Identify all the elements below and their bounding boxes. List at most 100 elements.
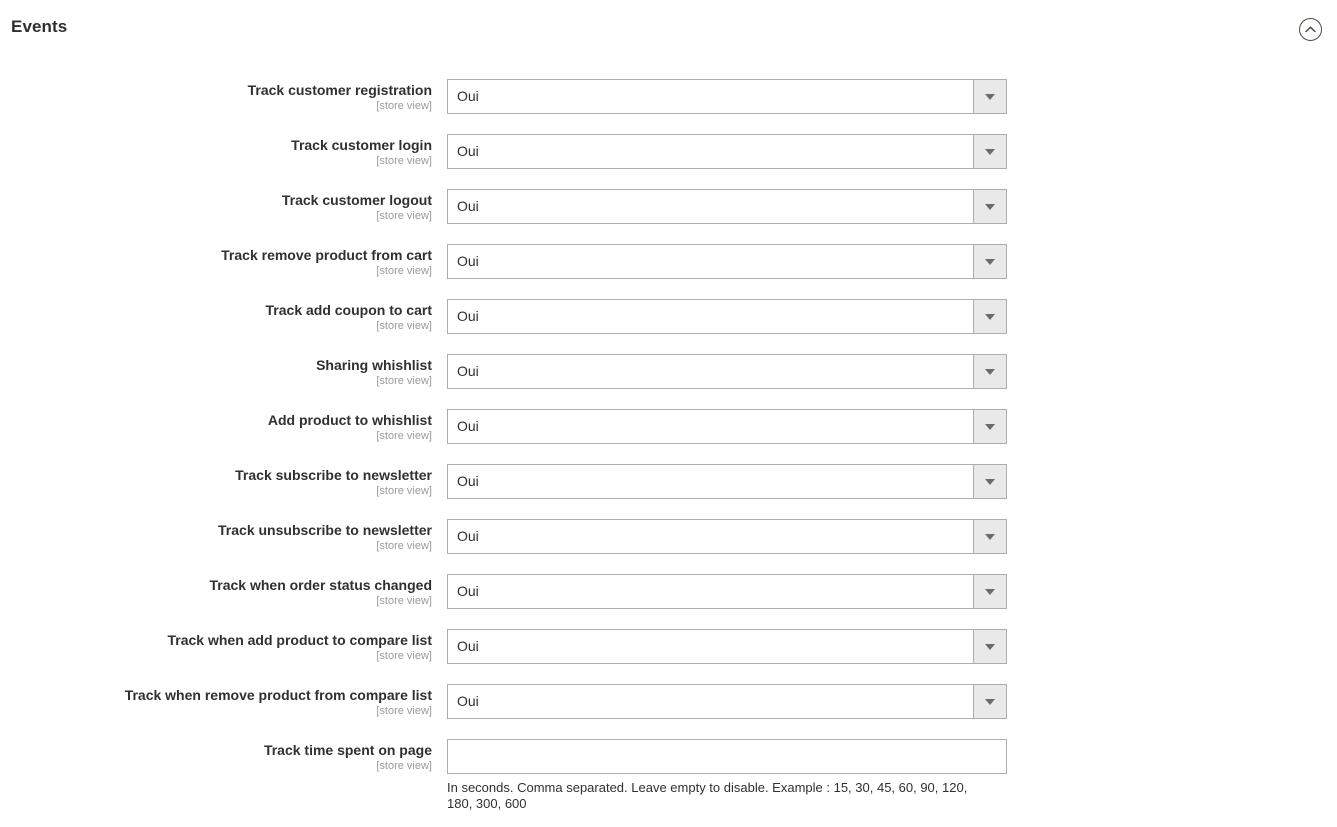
select-value: Oui: [457, 528, 479, 544]
chevron-down-icon[interactable]: [973, 80, 1006, 113]
field-label-group: Track unsubscribe to newsletter [store vi…: [0, 519, 432, 553]
field-control: Oui: [447, 354, 1007, 389]
field-label-group: Track customer login [store view]: [0, 134, 432, 168]
field-scope-note: [store view]: [376, 705, 432, 717]
field-row: Track when add product to compare list [s…: [0, 629, 1337, 684]
select-dropdown[interactable]: Oui: [447, 464, 1007, 499]
field-row: Track when remove product from compare l…: [0, 684, 1337, 739]
select-dropdown[interactable]: Oui: [447, 189, 1007, 224]
field-row: Track subscribe to newsletter [store view…: [0, 464, 1337, 519]
field-row: Track remove product from cart [store vie…: [0, 244, 1337, 299]
chevron-down-icon[interactable]: [973, 685, 1006, 718]
field-scope-note: [store view]: [376, 100, 432, 112]
triangle-down-glyph: [985, 423, 995, 430]
field-row: Track when order status changed [store vi…: [0, 574, 1337, 629]
chevron-down-icon[interactable]: [973, 135, 1006, 168]
chevron-down-icon[interactable]: [973, 630, 1006, 663]
chevron-down-icon[interactable]: [973, 575, 1006, 608]
field-scope-note: [store view]: [376, 650, 432, 662]
select-dropdown[interactable]: Oui: [447, 354, 1007, 389]
field-label: Track customer logout: [281, 192, 432, 208]
field-control: Oui: [447, 299, 1007, 334]
select-value: Oui: [457, 88, 479, 104]
triangle-down-glyph: [985, 533, 995, 540]
field-label-group: Track time spent on page [store view]: [0, 739, 432, 773]
field-label-group: Track customer registration [store view]: [0, 79, 432, 113]
select-value: Oui: [457, 363, 479, 379]
time-spent-input[interactable]: [447, 739, 1007, 774]
triangle-down-glyph: [985, 313, 995, 320]
field-row: Add product to whishlist [store view] Oui: [0, 409, 1337, 464]
triangle-down-glyph: [985, 588, 995, 595]
chevron-down-icon[interactable]: [973, 300, 1006, 333]
triangle-down-glyph: [985, 203, 995, 210]
select-dropdown[interactable]: Oui: [447, 299, 1007, 334]
field-label: Track unsubscribe to newsletter: [218, 522, 432, 538]
select-value: Oui: [457, 143, 479, 159]
triangle-down-glyph: [985, 643, 995, 650]
field-row: Track customer registration [store view] O…: [0, 79, 1337, 134]
field-control: Oui: [447, 629, 1007, 664]
field-label: Track when remove product from compare l…: [124, 687, 432, 703]
field-row: Track add coupon to cart [store view] Oui: [0, 299, 1337, 354]
chevron-down-icon[interactable]: [973, 520, 1006, 553]
field-helper-text: In seconds. Comma separated. Leave empty…: [447, 780, 968, 811]
field-control: Oui: [447, 79, 1007, 114]
select-value: Oui: [457, 693, 479, 709]
field-row: Track unsubscribe to newsletter [store vi…: [0, 519, 1337, 574]
field-label-group: Track when order status changed [store vi…: [0, 574, 432, 608]
field-scope-note: [store view]: [376, 540, 432, 552]
field-scope-note: [store view]: [376, 375, 432, 387]
chevron-down-icon[interactable]: [973, 245, 1006, 278]
field-label-group: Track subscribe to newsletter [store view…: [0, 464, 432, 498]
field-control: Oui: [447, 189, 1007, 224]
field-label: Track customer registration: [247, 82, 432, 98]
triangle-down-glyph: [985, 478, 995, 485]
select-dropdown[interactable]: Oui: [447, 409, 1007, 444]
field-label: Track when add product to compare list: [167, 632, 433, 648]
field-control: Oui: [447, 244, 1007, 279]
select-dropdown[interactable]: Oui: [447, 79, 1007, 114]
field-control: Oui: [447, 574, 1007, 609]
field-scope-note: [store view]: [376, 430, 432, 442]
select-value: Oui: [457, 638, 479, 654]
select-value: Oui: [457, 253, 479, 269]
field-label: Track customer login: [291, 137, 432, 153]
select-dropdown[interactable]: Oui: [447, 574, 1007, 609]
field-control: Oui: [447, 464, 1007, 499]
triangle-down-glyph: [985, 258, 995, 265]
field-control: Oui: [447, 134, 1007, 169]
select-dropdown[interactable]: Oui: [447, 519, 1007, 554]
select-dropdown[interactable]: Oui: [447, 134, 1007, 169]
select-dropdown[interactable]: Oui: [447, 684, 1007, 719]
field-label-group: Add product to whishlist [store view]: [0, 409, 432, 443]
field-scope-note: [store view]: [376, 320, 432, 332]
field-row: Sharing whishlist [store view] Oui: [0, 354, 1337, 409]
field-label: Track add coupon to cart: [265, 302, 432, 318]
chevron-down-icon[interactable]: [973, 410, 1006, 443]
triangle-down-glyph: [985, 148, 995, 155]
field-label: Sharing whishlist: [316, 357, 432, 373]
select-dropdown[interactable]: Oui: [447, 629, 1007, 664]
triangle-down-glyph: [985, 93, 995, 100]
field-control: Oui: [447, 684, 1007, 719]
field-row: Track customer login [store view] Oui: [0, 134, 1337, 189]
field-label-group: Sharing whishlist [store view]: [0, 354, 432, 388]
select-dropdown[interactable]: Oui: [447, 244, 1007, 279]
field-label-group: Track when add product to compare list [s…: [0, 629, 433, 663]
select-value: Oui: [457, 308, 479, 324]
select-value: Oui: [457, 198, 479, 214]
chevron-down-icon[interactable]: [973, 355, 1006, 388]
field-label: Add product to whishlist: [267, 412, 432, 428]
chevron-down-icon[interactable]: [973, 190, 1006, 223]
field-label-group: Track when remove product from compare l…: [0, 684, 432, 718]
field-control: Oui: [447, 409, 1007, 444]
chevron-down-icon[interactable]: [973, 465, 1006, 498]
field-scope-note: [store view]: [376, 210, 432, 222]
field-control: Oui: [447, 519, 1007, 554]
chevron-up-circle-icon[interactable]: [1299, 18, 1322, 41]
field-label-group: Track add coupon to cart [store view]: [0, 299, 432, 333]
field-label: Track when order status changed: [209, 577, 432, 593]
field-control: In seconds. Comma separated. Leave empty…: [447, 739, 1007, 812]
triangle-down-glyph: [985, 368, 995, 375]
